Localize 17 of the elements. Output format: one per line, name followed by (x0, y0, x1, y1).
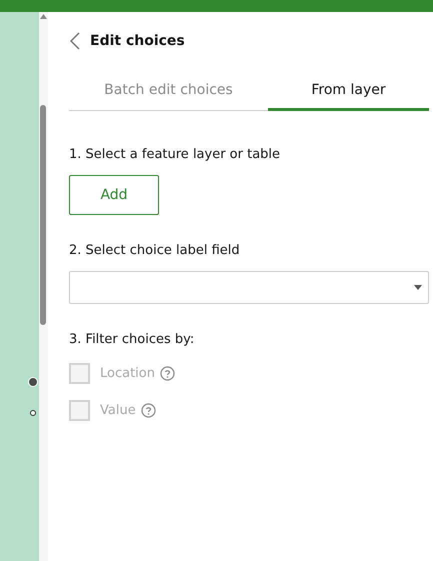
add-button[interactable]: Add (69, 175, 159, 215)
step-label: 2. Select choice label field (69, 243, 241, 258)
step-label: 3. Filter choices by: (69, 332, 196, 347)
step-label: 1. Select a feature layer or table (69, 147, 282, 162)
panel-title: Edit choices (90, 33, 185, 49)
tab[interactable]: From layer (268, 82, 429, 111)
option-label: Location (100, 366, 155, 381)
tab[interactable]: Batch edit choices (69, 82, 268, 111)
option-label: Value (100, 403, 136, 418)
scrollbar[interactable] (39, 12, 48, 561)
help-icon[interactable] (160, 366, 175, 381)
help-icon[interactable] (140, 403, 156, 418)
caret-icon (414, 285, 422, 290)
scroll-up-icon[interactable] (40, 14, 47, 19)
back-icon[interactable] (70, 32, 80, 50)
scrollbar-thumb[interactable] (40, 105, 46, 325)
label-field-select[interactable] (69, 271, 429, 304)
